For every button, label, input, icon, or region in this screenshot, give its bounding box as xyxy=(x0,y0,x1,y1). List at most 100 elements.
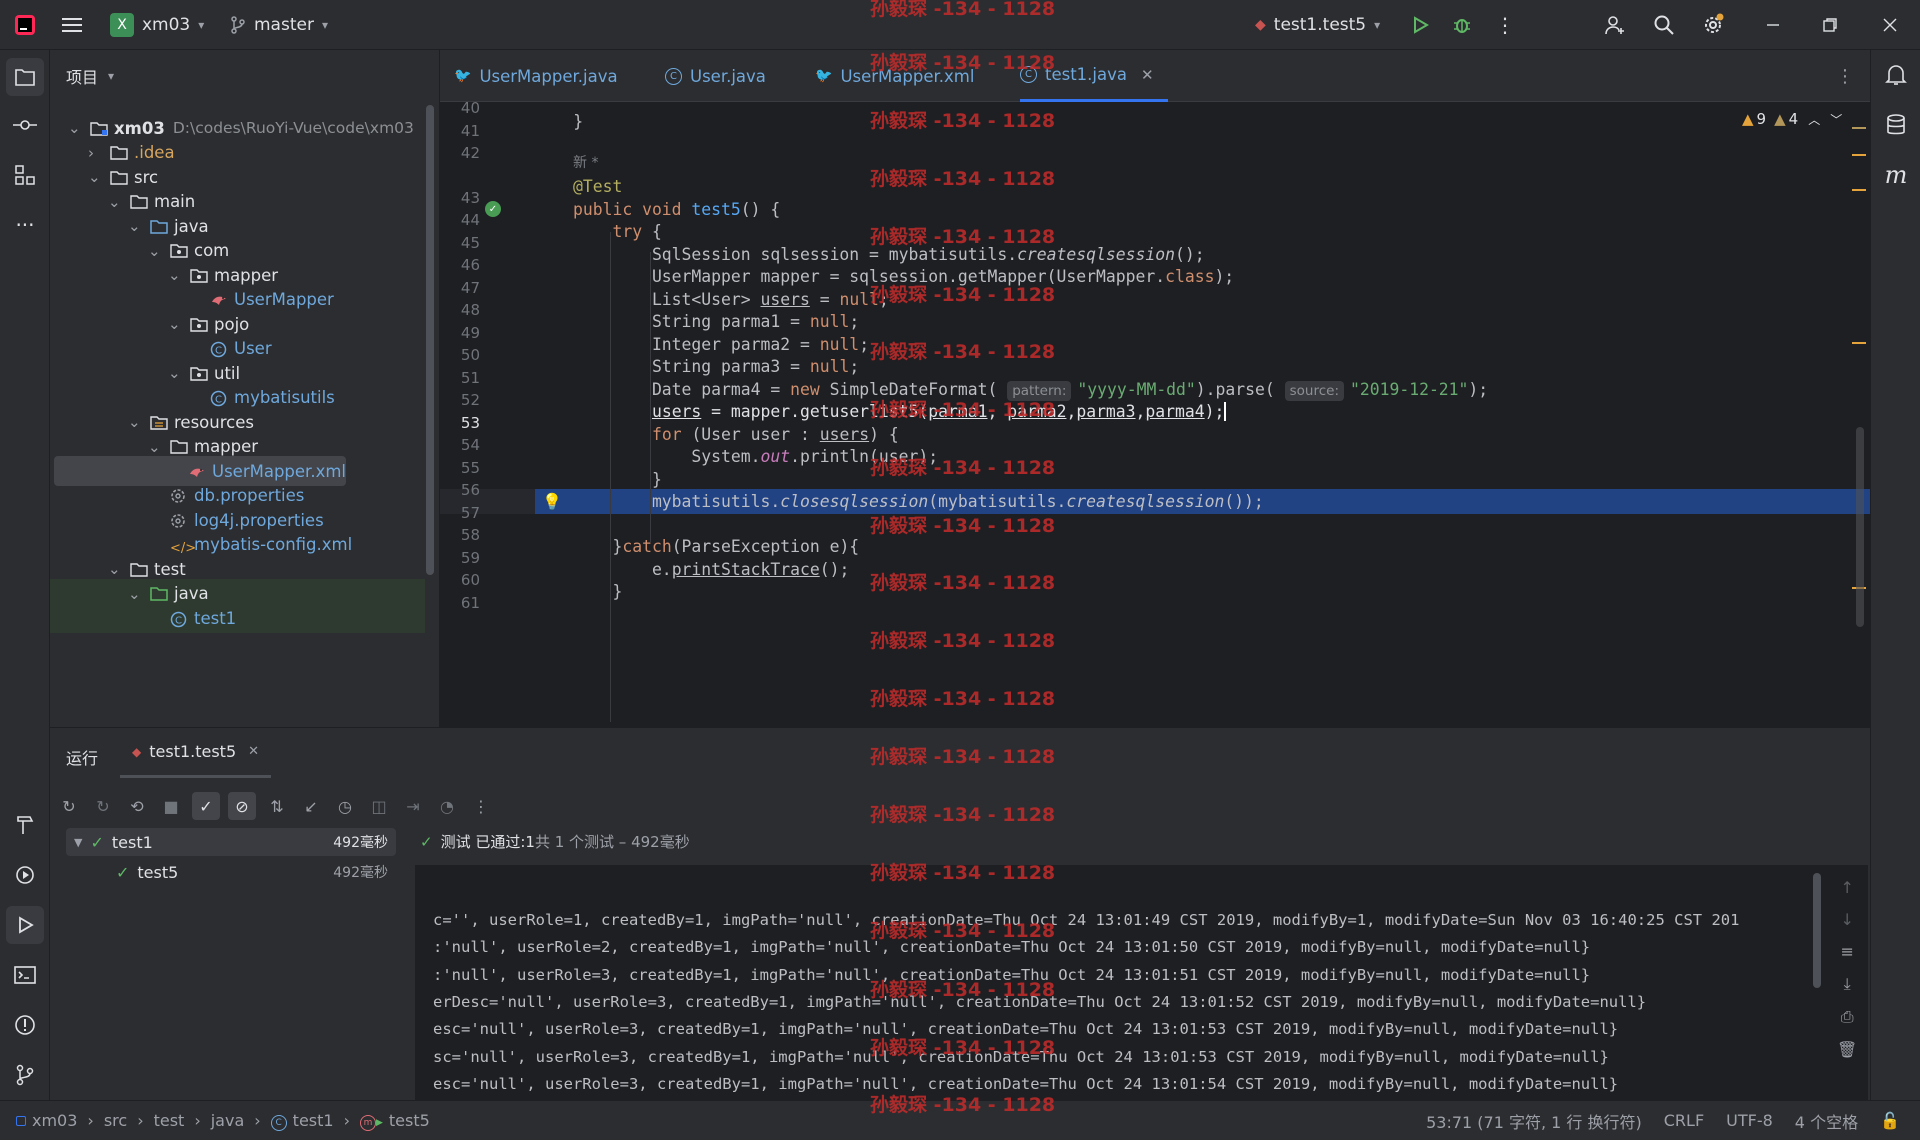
toggle-auto-test-icon[interactable]: ⟲ xyxy=(124,797,150,816)
lightbulb-icon[interactable]: 💡 xyxy=(542,492,562,511)
problems-icon[interactable] xyxy=(10,1010,40,1040)
next-highlight-icon[interactable]: ﹀ xyxy=(1830,111,1842,128)
tab-user-java[interactable]: C User.java xyxy=(665,50,766,102)
close-tab-icon[interactable]: ✕ xyxy=(248,744,259,759)
chevron-down-icon[interactable]: ⌄ xyxy=(128,219,142,234)
tree-item-test1[interactable]: Ctest1 xyxy=(50,603,425,633)
run-config-selector[interactable]: ◆ test1.test5 ▾ xyxy=(1255,0,1380,50)
test-tree-row-test1[interactable]: ▼ ✓ test1 492毫秒 xyxy=(66,828,396,856)
console-output[interactable]: c='', userRole=1, createdBy=1, imgPath='… xyxy=(415,865,1868,1101)
search-icon[interactable] xyxy=(1649,10,1679,40)
database-icon[interactable] xyxy=(1881,110,1911,140)
line-number: 56 xyxy=(460,481,480,499)
chevron-down-icon[interactable]: ⌄ xyxy=(148,243,162,258)
run-tab[interactable]: ◆ test1.test5 ✕ xyxy=(120,728,272,778)
more-options-icon[interactable]: ⋮ xyxy=(468,797,494,816)
editor-scrollbar[interactable] xyxy=(1856,427,1864,627)
chevron-down-icon[interactable]: ⌄ xyxy=(168,268,182,283)
tree-scrollbar[interactable] xyxy=(426,105,434,575)
close-tab-icon[interactable]: ✕ xyxy=(1141,66,1154,84)
breadcrumb-item[interactable]: test xyxy=(154,1111,185,1130)
code-editor[interactable]: 40 41 42 43 44 45 46 47 48 49 50 51 52 53 54 55 56 57 58 59… xyxy=(440,102,1870,727)
chevron-right-icon[interactable]: › xyxy=(88,145,102,160)
print-icon[interactable]: ⎙ xyxy=(1841,1007,1854,1027)
chevron-down-icon[interactable]: ⌄ xyxy=(68,121,82,136)
project-switcher[interactable]: X xm03 ▾ xyxy=(110,0,204,50)
tab-label: UserMapper.java xyxy=(479,66,618,86)
chevron-down-icon[interactable]: ⌄ xyxy=(108,194,122,209)
scroll-up-icon[interactable]: ↑ xyxy=(1840,878,1853,897)
settings-gear-icon[interactable] xyxy=(1698,10,1728,40)
history-icon[interactable]: ◷ xyxy=(332,797,358,816)
resources-folder-icon xyxy=(150,415,168,430)
sort-icon[interactable]: ⇅ xyxy=(264,797,290,816)
import-icon[interactable]: ⇥ xyxy=(400,797,426,816)
chevron-down-icon[interactable]: ⌄ xyxy=(168,317,182,332)
app-logo-icon[interactable] xyxy=(10,10,40,40)
screenshot-icon[interactable]: ◫ xyxy=(366,797,392,816)
chevron-down-icon[interactable]: ⌄ xyxy=(148,439,162,454)
line-separator[interactable]: CRLF xyxy=(1664,1111,1704,1130)
project-panel-header[interactable]: 项目 ▾ xyxy=(66,64,114,88)
services-icon[interactable] xyxy=(10,860,40,890)
chevron-down-icon[interactable]: ⌄ xyxy=(108,562,122,577)
indent-setting[interactable]: 4 个空格 xyxy=(1795,1109,1858,1133)
run-test-gutter-icon[interactable]: ✓ xyxy=(485,201,501,217)
notifications-bell-icon[interactable] xyxy=(1881,60,1911,90)
caret-position[interactable]: 53:71 (71 字符, 1 行 换行符) xyxy=(1426,1109,1642,1133)
more-tools-icon[interactable]: ··· xyxy=(10,210,40,240)
show-passed-icon[interactable]: ✓ xyxy=(192,792,220,820)
branch-switcher[interactable]: master ▾ xyxy=(230,0,328,50)
watermark-text: 孙毅琛 -134 - 1128 xyxy=(870,284,1056,306)
more-actions-icon[interactable]: ⋮ xyxy=(1490,10,1520,40)
build-hammer-icon[interactable] xyxy=(10,810,40,840)
rerun-icon[interactable]: ↻ xyxy=(56,797,82,816)
collapse-icon[interactable]: ↙ xyxy=(298,797,324,816)
tree-item-label: .idea xyxy=(134,143,175,162)
tree-item-label: db.properties xyxy=(194,486,305,505)
close-window-icon[interactable] xyxy=(1875,10,1905,40)
breadcrumb-item[interactable]: Ctest1 xyxy=(270,1110,334,1131)
add-user-icon[interactable] xyxy=(1600,10,1630,40)
chevron-down-icon[interactable]: ⌄ xyxy=(128,415,142,430)
terminal-icon[interactable] xyxy=(10,960,40,990)
main-menu-icon[interactable] xyxy=(58,10,88,40)
breadcrumb-item[interactable]: java xyxy=(211,1111,245,1130)
scroll-to-end-icon[interactable]: ⤓ xyxy=(1844,974,1851,994)
breadcrumb-item[interactable]: m ▶ test5 xyxy=(359,1110,430,1131)
readonly-lock-icon[interactable]: 🔓 xyxy=(1880,1111,1900,1130)
chevron-down-icon[interactable]: ⌄ xyxy=(88,170,102,185)
minimize-icon[interactable] xyxy=(1758,10,1788,40)
tab-usermapper-java[interactable]: 🐦 UserMapper.java xyxy=(454,50,618,102)
class-icon: C xyxy=(665,67,682,85)
commit-icon[interactable] xyxy=(10,110,40,140)
console-scrollbar[interactable] xyxy=(1813,873,1821,988)
coverage-icon[interactable]: ◔ xyxy=(434,797,460,816)
rerun-failed-icon[interactable]: ↻ xyxy=(90,797,116,816)
tree-item-label: log4j.properties xyxy=(194,510,324,530)
show-ignored-icon[interactable]: ⊘ xyxy=(228,792,256,820)
breadcrumb-item[interactable]: xm03 xyxy=(16,1111,77,1130)
structure-icon[interactable] xyxy=(10,160,40,190)
breadcrumb-item[interactable]: src xyxy=(104,1111,127,1130)
inspection-widget[interactable]: ▲ 9 ▲ 4 ︿ ﹀ xyxy=(1742,110,1842,128)
maven-icon[interactable]: m xyxy=(1881,160,1911,190)
project-folder-icon[interactable] xyxy=(6,58,44,96)
module-folder-icon xyxy=(90,121,108,136)
scroll-down-icon[interactable]: ↓ xyxy=(1840,910,1853,929)
file-encoding[interactable]: UTF-8 xyxy=(1726,1111,1773,1130)
line-number: 60 xyxy=(460,571,480,589)
restore-icon[interactable] xyxy=(1815,10,1845,40)
chevron-down-icon[interactable]: ⌄ xyxy=(128,586,142,601)
test-tree-row-test5[interactable]: ✓ test5 492毫秒 xyxy=(66,858,396,886)
previous-highlight-icon[interactable]: ︿ xyxy=(1808,111,1820,128)
run-tool-icon[interactable] xyxy=(6,906,44,944)
run-icon[interactable] xyxy=(1405,10,1435,40)
git-icon[interactable] xyxy=(10,1060,40,1090)
debug-icon[interactable] xyxy=(1447,10,1477,40)
tab-options-icon[interactable]: ⋮ xyxy=(1830,61,1860,91)
soft-wrap-icon[interactable]: ≡ xyxy=(1840,942,1853,961)
stop-icon[interactable]: ■ xyxy=(158,797,184,816)
clear-trash-icon[interactable]: 🗑 xyxy=(1837,1040,1857,1059)
chevron-down-icon[interactable]: ⌄ xyxy=(168,366,182,381)
